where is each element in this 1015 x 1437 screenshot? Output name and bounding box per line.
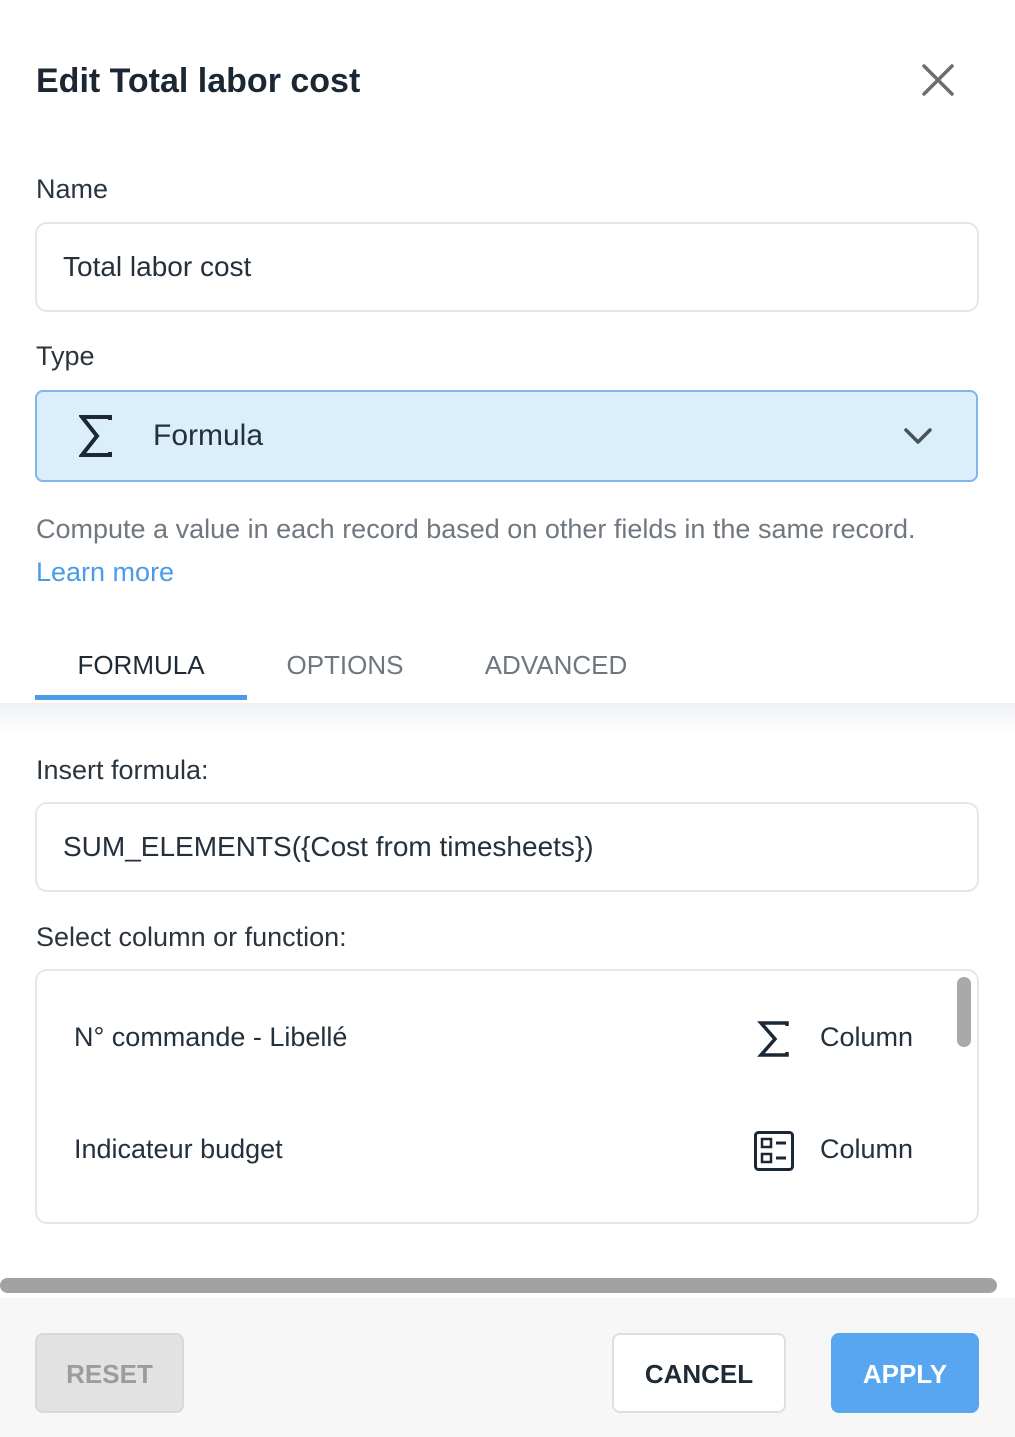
name-label: Name	[36, 174, 109, 204]
name-input-value: Total labor cost	[63, 251, 252, 282]
description-text: Compute a value in each record based on …	[36, 514, 916, 544]
type-description: Compute a value in each record based on …	[36, 508, 936, 594]
formula-input[interactable]: SUM_ELEMENTS({Cost from timesheets})	[35, 802, 979, 892]
apply-button[interactable]: APPLY	[831, 1333, 979, 1413]
sigma-icon	[79, 415, 112, 457]
tab-advanced[interactable]: ADVANCED	[470, 650, 642, 681]
tab-options[interactable]: OPTIONS	[268, 650, 422, 681]
list-item-kind: Column	[820, 1134, 914, 1164]
reset-button[interactable]: RESET	[35, 1333, 184, 1413]
formula-label: Insert formula:	[36, 755, 209, 785]
list-item[interactable]: Indicateur budget Column	[37, 1093, 957, 1205]
close-icon[interactable]	[918, 60, 958, 100]
list-item-name: N° commande - Libellé	[74, 1022, 348, 1052]
learn-more-link[interactable]: Learn more	[36, 557, 174, 587]
type-label: Type	[36, 341, 95, 371]
active-tab-indicator	[35, 695, 247, 700]
tab-formula[interactable]: FORMULA	[35, 650, 247, 681]
dialog-title: Edit Total labor cost	[36, 62, 361, 100]
chevron-down-icon	[904, 428, 932, 444]
sigma-icon	[757, 1021, 789, 1057]
picker-label: Select column or function:	[36, 922, 347, 952]
list-item-name: Indicateur budget	[74, 1134, 283, 1164]
type-select[interactable]: Formula	[35, 390, 978, 482]
type-select-value: Formula	[153, 419, 264, 452]
name-input[interactable]: Total labor cost	[35, 222, 979, 312]
tab-bar: FORMULA OPTIONS ADVANCED	[0, 630, 1015, 704]
list-form-icon	[754, 1131, 794, 1171]
horizontal-scrollbar[interactable]	[0, 1278, 997, 1293]
list-scrollbar[interactable]	[957, 977, 971, 1047]
list-item[interactable]: N° commande - Libellé Column	[37, 981, 957, 1093]
list-item-kind: Column	[820, 1022, 914, 1052]
column-function-list[interactable]: N° commande - Libellé Column Indicateur …	[35, 969, 979, 1224]
cancel-button[interactable]: CANCEL	[612, 1333, 786, 1413]
formula-input-value: SUM_ELEMENTS({Cost from timesheets})	[63, 831, 594, 862]
dialog-footer: RESET CANCEL APPLY	[0, 1298, 1015, 1437]
tab-bar-shadow	[0, 703, 1015, 733]
